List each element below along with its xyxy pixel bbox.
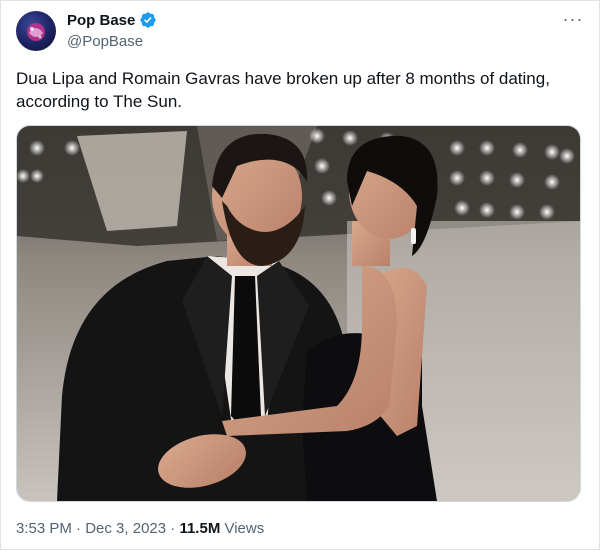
views-count: 11.5M xyxy=(179,520,221,537)
tweet-card: Pop Base @PopBase ··· Dua Lipa and Romai… xyxy=(0,0,600,550)
author-display-name[interactable]: Pop Base xyxy=(67,12,135,29)
author-handle[interactable]: @PopBase xyxy=(67,33,143,50)
avatar[interactable] xyxy=(16,11,56,51)
pop-base-logo-icon xyxy=(27,23,45,41)
more-options-icon[interactable]: ··· xyxy=(561,10,585,31)
tweet-time[interactable]: 3:53 PM xyxy=(16,520,72,537)
tweet-date[interactable]: Dec 3, 2023 xyxy=(85,520,166,537)
photo-image xyxy=(17,126,580,501)
meta-separator: · xyxy=(71,520,86,537)
author-name-row: Pop Base xyxy=(67,11,157,29)
tweet-photo[interactable] xyxy=(16,125,581,502)
tweet-meta: 3:53 PM · Dec 3, 2023 · 11.5M Views xyxy=(16,520,264,537)
tweet-text: Dua Lipa and Romain Gavras have broken u… xyxy=(16,69,550,111)
verified-badge-icon[interactable] xyxy=(139,11,157,29)
meta-separator-2: · xyxy=(166,520,180,537)
views-label: Views xyxy=(220,520,265,537)
